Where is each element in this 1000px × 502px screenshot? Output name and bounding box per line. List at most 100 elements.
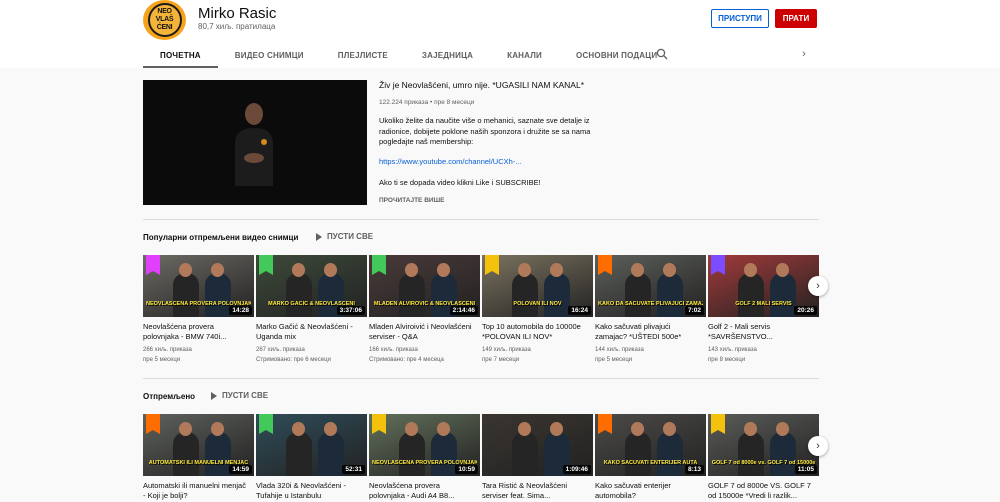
video-card[interactable]: 52:31 Vlada 320i & Neovlašćeni - Tufahije…: [256, 414, 367, 502]
shelf-title-uploads[interactable]: Отпремљено: [143, 392, 195, 401]
thumbnail-head: [179, 422, 192, 436]
video-card[interactable]: POLOVAN ILI NOV 16:24 Top 10 automobila do…: [482, 255, 593, 365]
video-card[interactable]: KAKO DA SAČUVATE PLIVAJUĆI ZAMAJAC 7:02 Ka…: [595, 255, 706, 365]
tab-playlists[interactable]: ПЛЕЈЛИСТЕ: [321, 44, 405, 66]
video-duration: 2:14:46: [449, 306, 478, 315]
video-title[interactable]: Tara Ristić & Neovlašćeni serviser feat.…: [482, 481, 587, 502]
video-duration: 1:09:46: [562, 465, 591, 474]
video-title[interactable]: GOLF 7 od 8000e VS. GOLF 7 od 15000e *Vr…: [708, 481, 813, 502]
featured-video-description: Ukoliko želite da naučite više o mehanic…: [379, 116, 591, 146]
video-thumbnail[interactable]: MARKO GAČIĆ & NEOVLAŠĆENI 3:37:06: [256, 255, 367, 317]
video-thumbnail[interactable]: NEOVLAŠĆENA PROVERA POLOVNJAKA 10:59: [369, 414, 480, 476]
video-title[interactable]: Neovlašćena provera polovnjaka - Audi A4…: [369, 481, 474, 502]
thumbnail-head: [744, 263, 757, 277]
video-thumbnail[interactable]: AUTOMATSKI ILI MANUELNI MENJAČ 14:59: [143, 414, 254, 476]
thumbnail-person: [625, 432, 651, 476]
video-views: 267 хиљ. приказа: [256, 347, 305, 353]
video-age: Стримовано: пре 4 месеца: [369, 356, 444, 363]
thumbnail-head: [324, 422, 337, 436]
video-thumbnail[interactable]: KAKO SAČUVATI ENTERIJER AUTA 8:13: [595, 414, 706, 476]
video-duration: 16:24: [568, 306, 591, 315]
tab-community[interactable]: ЗАЈЕДНИЦА: [405, 44, 490, 66]
featured-video-player[interactable]: [143, 80, 367, 205]
video-title[interactable]: Mladen Alviroivić i Neovlašćeni serviser…: [369, 322, 474, 343]
video-thumbnail[interactable]: NEOVLAŠĆENA PROVERA POLOVNJAKA 14:28: [143, 255, 254, 317]
search-icon[interactable]: [656, 48, 668, 60]
video-title[interactable]: Golf 2 - Mali servis *SAVRŠENSTVO...: [708, 322, 813, 343]
video-card[interactable]: GOLF 2 MALI SERVIS 20:26 Golf 2 - Mali ser…: [708, 255, 819, 365]
video-thumbnail[interactable]: KAKO DA SAČUVATE PLIVAJUĆI ZAMAJAC 7:02: [595, 255, 706, 317]
video-thumbnail[interactable]: GOLF 2 MALI SERVIS 20:26: [708, 255, 819, 317]
video-card[interactable]: NEOVLAŠĆENA PROVERA POLOVNJAKA 14:28 Neovl…: [143, 255, 254, 365]
video-views: 144 хиљ. приказа: [595, 347, 644, 353]
video-card[interactable]: 1:09:46 Tara Ristić & Neovlašćeni servise…: [482, 414, 593, 502]
thumbnail-head: [663, 422, 676, 436]
thumbnail-head: [631, 263, 644, 277]
thumbnail-person: [173, 432, 199, 476]
video-title[interactable]: Vlada 320i & Neovlašćeni - Tufahije u Is…: [256, 481, 361, 502]
shelf-next-button[interactable]: ›: [808, 276, 828, 296]
video-thumbnail[interactable]: MLADEN ALVIROVIĆ & NEOVLAŠĆENI 2:14:46: [369, 255, 480, 317]
video-duration: 11:05: [794, 465, 817, 474]
video-card[interactable]: NEOVLAŠĆENA PROVERA POLOVNJAKA 10:59 Neovl…: [369, 414, 480, 502]
subscribe-button[interactable]: ПРАТИ: [775, 9, 817, 28]
section-divider: [143, 219, 819, 220]
video-duration: 52:31: [342, 465, 365, 474]
join-button[interactable]: ПРИСТУПИ: [711, 9, 769, 28]
video-title[interactable]: Automatski ili manuelni menjač - Koji je…: [143, 481, 248, 502]
thumbnail-person: [770, 432, 796, 476]
channel-avatar[interactable]: NEO VLAŠ ĆENI: [143, 0, 186, 40]
play-icon: [316, 232, 322, 241]
video-duration: 20:26: [794, 306, 817, 315]
video-views: 143 хиљ. приказа: [708, 347, 757, 353]
video-title[interactable]: Top 10 automobila do 10000e *POLOVAN ILI…: [482, 322, 587, 343]
thumbnail-person: [657, 432, 683, 476]
video-title[interactable]: Kako sačuvati plivajući zamajac? *UŠTEDI…: [595, 322, 700, 343]
thumbnail-head: [437, 422, 450, 436]
video-card[interactable]: KAKO SAČUVATI ENTERIJER AUTA 8:13 Kako sač…: [595, 414, 706, 502]
video-thumbnail[interactable]: 52:31: [256, 414, 367, 476]
tab-channels[interactable]: КАНАЛИ: [490, 44, 559, 66]
video-duration: 14:28: [229, 306, 252, 315]
video-thumbnail[interactable]: GOLF 7 od 8000e vs. GOLF 7 od 15000e 11:0…: [708, 414, 819, 476]
thumbnail-person: [657, 273, 683, 317]
play-all-button[interactable]: ПУСТИ СВЕ: [316, 232, 373, 241]
video-title[interactable]: Neovlašćena provera polovnjaka - BMW 740…: [143, 322, 248, 343]
channel-name: Mirko Rasic: [198, 5, 277, 22]
video-title[interactable]: Kako sačuvati enterijer automobila?: [595, 481, 700, 502]
thumbnail-head: [776, 263, 789, 277]
thumbnail-person: [512, 432, 538, 476]
channel-header: NEO VLAŠ ĆENI Mirko Rasic 80,7 хиљ. прат…: [0, 0, 1000, 68]
video-thumbnail[interactable]: POLOVAN ILI NOV 16:24: [482, 255, 593, 317]
section-divider: [143, 378, 819, 379]
shelf-next-button[interactable]: ›: [808, 436, 828, 456]
thumbnail-head: [550, 422, 563, 436]
video-card[interactable]: MLADEN ALVIROVIĆ & NEOVLAŠĆENI 2:14:46 Mla…: [369, 255, 480, 365]
thumbnail-person: [512, 273, 538, 317]
thumbnail-person: [318, 432, 344, 476]
video-card[interactable]: AUTOMATSKI ILI MANUELNI MENJAČ 14:59 Autom…: [143, 414, 254, 502]
thumbnail-head: [292, 263, 305, 277]
featured-video-title[interactable]: Živ je Neovlašćeni, umro nije. *UGASILI …: [379, 80, 584, 90]
thumbnail-head: [292, 422, 305, 436]
video-duration: 7:02: [684, 306, 704, 315]
video-duration: 14:59: [229, 465, 252, 474]
video-card[interactable]: GOLF 7 od 8000e vs. GOLF 7 od 15000e 11:0…: [708, 414, 819, 502]
video-views: 266 хиљ. приказа: [143, 347, 192, 353]
video-thumbnail[interactable]: 1:09:46: [482, 414, 593, 476]
video-card[interactable]: MARKO GAČIĆ & NEOVLAŠĆENI 3:37:06 Marko Ga…: [256, 255, 367, 365]
shelf-title-popular[interactable]: Популарни отпремљени видео снимци: [143, 233, 298, 242]
chevron-right-icon: ›: [816, 440, 820, 452]
read-more-button[interactable]: ПРОЧИТАЈТЕ ВИШЕ: [379, 197, 444, 204]
play-all-button[interactable]: ПУСТИ СВЕ: [211, 391, 268, 400]
video-title[interactable]: Marko Gačić & Neovlašćeni - Uganda mix: [256, 322, 361, 343]
tab-home[interactable]: ПОЧЕТНА: [143, 44, 218, 68]
chevron-right-icon[interactable]: ›: [799, 48, 809, 60]
thumbnail-head: [518, 263, 531, 277]
video-views: 166 хиљ. приказа: [369, 347, 418, 353]
video-age: пре 5 месеци: [143, 356, 181, 363]
video-duration: 8:13: [684, 465, 704, 474]
featured-video-link[interactable]: https://www.youtube.com/channel/UCXh-...: [379, 157, 522, 166]
thumbnail-head: [405, 263, 418, 277]
tab-videos[interactable]: ВИДЕО СНИМЦИ: [218, 44, 321, 66]
